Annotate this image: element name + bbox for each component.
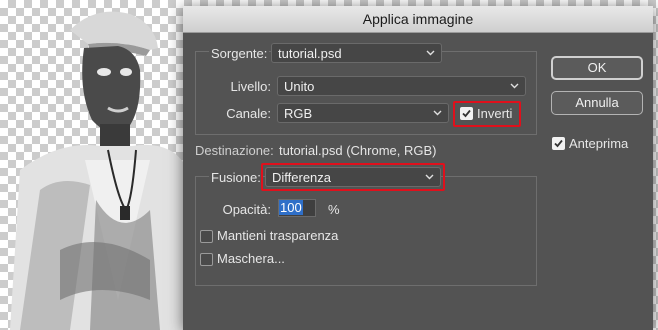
opacity-unit: % bbox=[328, 202, 340, 217]
mask-label[interactable]: Maschera... bbox=[217, 251, 285, 266]
apply-image-dialog: Applica immagine Sorgente: tutorial.psd … bbox=[183, 6, 653, 330]
chevron-down-icon bbox=[426, 50, 435, 56]
blending-value: Differenza bbox=[272, 170, 332, 185]
channel-select[interactable]: RGB bbox=[277, 103, 449, 123]
mask-checkbox[interactable] bbox=[200, 253, 213, 266]
opacity-value: 100 bbox=[279, 200, 303, 215]
chevron-down-icon bbox=[433, 110, 442, 116]
preview-checkbox[interactable] bbox=[552, 137, 565, 150]
target-value: tutorial.psd (Chrome, RGB) bbox=[279, 143, 437, 158]
opacity-label: Opacità: bbox=[222, 202, 271, 217]
invert-label[interactable]: Inverti bbox=[477, 106, 512, 121]
opacity-input[interactable]: 100 bbox=[278, 199, 316, 217]
preserve-transparency-checkbox[interactable] bbox=[200, 230, 213, 243]
target-label: Destinazione: bbox=[195, 143, 274, 158]
chevron-down-icon bbox=[510, 83, 519, 89]
chevron-down-icon bbox=[425, 174, 434, 180]
checkmark-icon bbox=[554, 139, 563, 148]
dialog-title[interactable]: Applica immagine bbox=[183, 6, 653, 33]
source-value: tutorial.psd bbox=[278, 46, 342, 61]
channel-value: RGB bbox=[284, 106, 313, 121]
source-label: Sorgente: bbox=[209, 46, 270, 61]
preserve-transparency-label[interactable]: Mantieni trasparenza bbox=[217, 228, 338, 243]
blending-label: Fusione: bbox=[209, 170, 263, 185]
checkmark-icon bbox=[462, 109, 471, 118]
layer-select[interactable]: Unito bbox=[277, 76, 526, 96]
ok-button[interactable]: OK bbox=[551, 56, 643, 80]
layer-value: Unito bbox=[284, 79, 315, 94]
cancel-button[interactable]: Annulla bbox=[551, 91, 643, 115]
preview-label[interactable]: Anteprima bbox=[569, 136, 628, 151]
channel-label: Canale: bbox=[226, 106, 271, 121]
layer-label: Livello: bbox=[230, 79, 271, 94]
invert-checkbox[interactable] bbox=[460, 107, 473, 120]
blending-select[interactable]: Differenza bbox=[265, 167, 441, 187]
source-select[interactable]: tutorial.psd bbox=[271, 43, 442, 63]
